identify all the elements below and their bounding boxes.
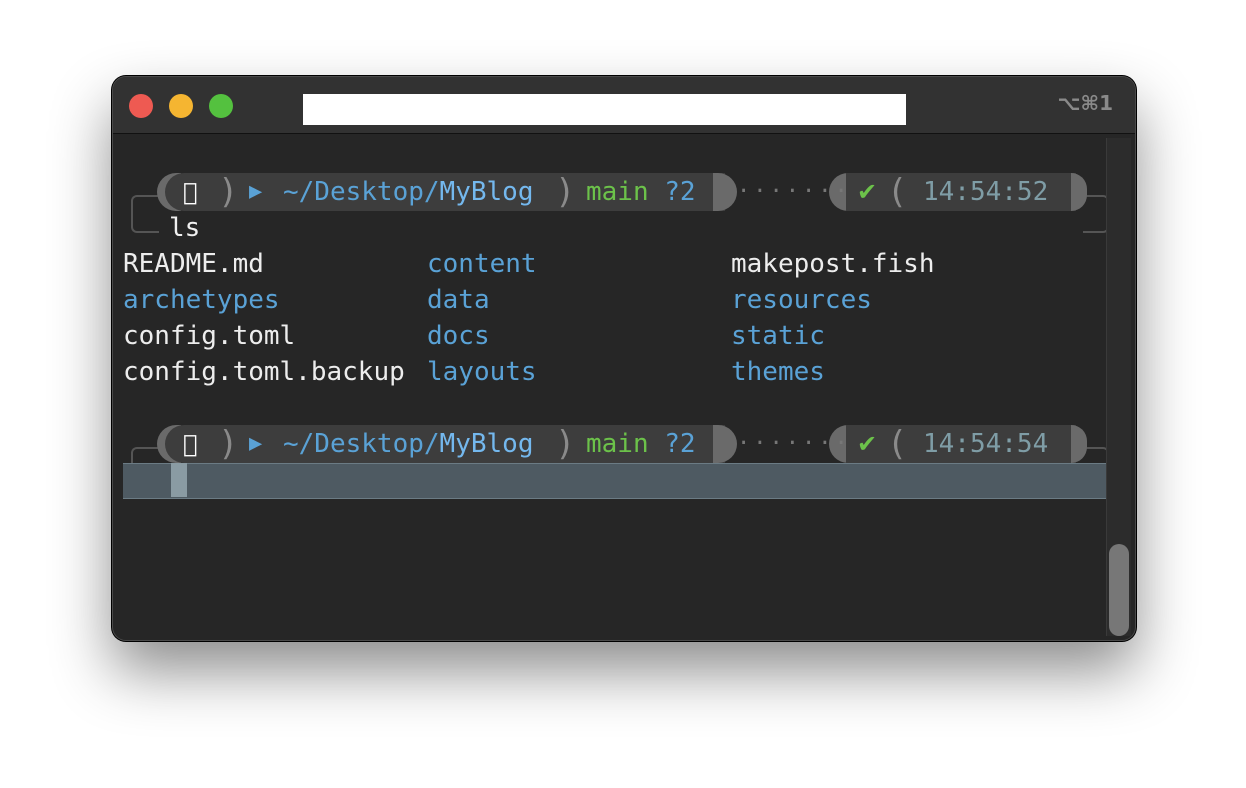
prompt-time: 14:54:54 (923, 429, 1049, 459)
separator-icon: ) (221, 424, 235, 464)
terminal-window: ⌥⌘1  ) ▶ ~/Desktop/MyBlog ) main ?2 ···… (112, 76, 1136, 641)
current-input-line[interactable] (123, 463, 1115, 499)
prompt-path: ~/Desktop/MyBlog (283, 177, 534, 207)
listing-row: archetypes data resources (123, 282, 1113, 318)
prompt-path-current: MyBlog (439, 177, 534, 207)
folder-icon: ▶ (249, 179, 263, 204)
separator-icon: ( (891, 424, 905, 464)
terminal-content[interactable]:  ) ▶ ~/Desktop/MyBlog ) main ?2 ·······… (113, 134, 1135, 640)
apple-icon:  (183, 425, 197, 463)
prompt-path: ~/Desktop/MyBlog (283, 429, 534, 459)
git-status: ?2 (664, 429, 696, 459)
close-button[interactable] (129, 94, 153, 118)
separator-icon: ) (558, 424, 572, 464)
list-item: resources (731, 285, 872, 315)
prompt-path-current: MyBlog (439, 429, 534, 459)
command-line: ls (169, 213, 201, 243)
success-check-icon: ✔ (857, 430, 878, 458)
prompt-filler: ······· (737, 179, 851, 204)
list-item: content (427, 249, 537, 279)
list-item: config.toml (123, 321, 296, 351)
minimize-button[interactable] (169, 94, 193, 118)
list-item: static (731, 321, 825, 351)
apple-icon:  (183, 173, 197, 211)
listing-row: config.toml.backup layouts themes (123, 354, 1113, 390)
listing-row: config.toml docs static (123, 318, 1113, 354)
list-item: archetypes (123, 285, 280, 315)
success-check-icon: ✔ (857, 178, 878, 206)
scrollbar-thumb[interactable] (1109, 544, 1129, 636)
list-item: layouts (427, 357, 537, 387)
prompt-frame-left (131, 195, 159, 233)
prompt-filler: ······· (737, 431, 851, 456)
list-item: config.toml.backup (123, 357, 405, 387)
prompt-cap (713, 425, 737, 463)
prompt-cap (713, 173, 737, 211)
text-cursor (171, 463, 187, 497)
window-title-redacted (303, 94, 906, 125)
separator-icon: ) (221, 172, 235, 212)
listing-row: README.md content makepost.fish (123, 246, 1113, 282)
list-item: docs (427, 321, 490, 351)
zoom-button[interactable] (209, 94, 233, 118)
prompt-line:  ) ▶ ~/Desktop/MyBlog ) main ?2 ·······… (113, 172, 1113, 233)
git-status: ?2 (664, 177, 696, 207)
list-item: data (427, 285, 490, 315)
title-bar: ⌥⌘1 (113, 77, 1135, 134)
git-branch: main ?2 (586, 429, 696, 459)
prompt-time: 14:54:52 (923, 177, 1049, 207)
window-shortcut: ⌥⌘1 (1057, 91, 1113, 115)
git-branch: main ?2 (586, 177, 696, 207)
list-item: README.md (123, 249, 264, 279)
prompt-line:  ) ▶ ~/Desktop/MyBlog ) main ?2 ·······… (113, 424, 1113, 485)
folder-icon: ▶ (249, 431, 263, 456)
separator-icon: ( (891, 172, 905, 212)
separator-icon: ) (558, 172, 572, 212)
list-item: themes (731, 357, 825, 387)
list-item: makepost.fish (731, 249, 935, 279)
